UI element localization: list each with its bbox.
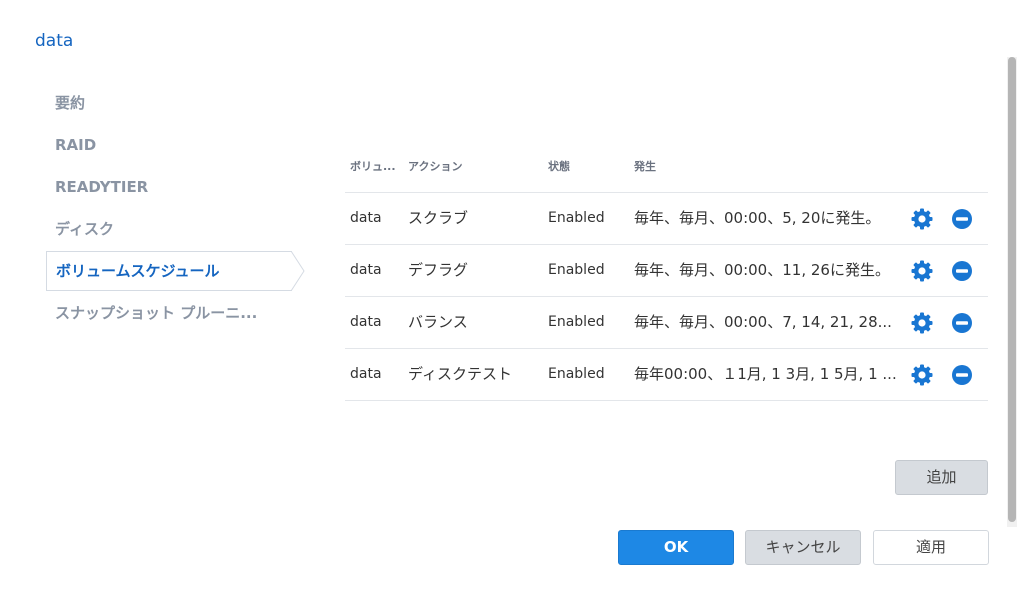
cell-state: Enabled <box>548 366 605 382</box>
table-row[interactable]: data ディスクテスト Enabled 毎年00:00、１1月, 1 3月, … <box>345 349 988 401</box>
cell-volume: data <box>350 314 382 330</box>
table-row[interactable]: data デフラグ Enabled 毎年、毎月、00:00、11, 26に発生。 <box>345 245 988 297</box>
sidebar-item-disk[interactable]: ディスク <box>46 208 292 250</box>
cell-action: バランス <box>408 313 468 331</box>
add-button[interactable]: 追加 <box>895 460 988 495</box>
column-header-occurrence[interactable]: 発生 <box>634 158 656 174</box>
cell-state: Enabled <box>548 262 605 278</box>
cell-occurrence: 毎年、毎月、00:00、11, 26に発生。 <box>634 261 890 279</box>
sidebar-item-snapshot-pruning[interactable]: スナップショット プルーニ... <box>46 292 292 334</box>
cell-state: Enabled <box>548 210 605 226</box>
sidebar-item-label: ディスク <box>55 220 114 238</box>
sidebar-item-label: RAID <box>55 136 97 154</box>
minus-circle-icon[interactable] <box>950 259 974 283</box>
sidebar-item-readytier[interactable]: READYTIER <box>46 166 292 208</box>
scrollbar-thumb[interactable] <box>1008 57 1016 522</box>
cell-state: Enabled <box>548 314 605 330</box>
cancel-button[interactable]: キャンセル <box>745 530 861 565</box>
cell-volume: data <box>350 262 382 278</box>
dialog-title: data <box>35 31 74 51</box>
table-row[interactable]: data スクラブ Enabled 毎年、毎月、00:00、5, 20に発生。 <box>345 193 988 245</box>
table-header: ボリュ... アクション 状態 発生 <box>345 150 988 193</box>
sidebar-item-label: スナップショット プルーニ... <box>55 304 258 322</box>
sidebar-item-label: 要約 <box>55 94 86 112</box>
sidebar-item-summary[interactable]: 要約 <box>46 82 292 124</box>
apply-button[interactable]: 適用 <box>873 530 989 565</box>
sidebar-item-label: READYTIER <box>55 178 149 196</box>
cell-action: スクラブ <box>408 209 469 227</box>
cell-action: デフラグ <box>408 261 469 279</box>
cell-volume: data <box>350 210 382 226</box>
cell-occurrence: 毎年00:00、１1月, 1 3月, 1 5月, 1 ... <box>634 365 897 383</box>
table-row[interactable]: data バランス Enabled 毎年、毎月、00:00、7, 14, 21,… <box>345 297 988 349</box>
column-header-state[interactable]: 状態 <box>548 158 570 174</box>
minus-circle-icon[interactable] <box>950 311 974 335</box>
gear-icon[interactable] <box>910 207 934 231</box>
schedule-table: ボリュ... アクション 状態 発生 data スクラブ Enabled 毎年、… <box>345 150 988 401</box>
cell-action: ディスクテスト <box>408 365 512 383</box>
cell-volume: data <box>350 366 382 382</box>
sidebar-item-raid[interactable]: RAID <box>46 124 292 166</box>
minus-circle-icon[interactable] <box>950 207 974 231</box>
column-header-volume[interactable]: ボリュ... <box>350 158 396 174</box>
gear-icon[interactable] <box>910 363 934 387</box>
minus-circle-icon[interactable] <box>950 363 974 387</box>
ok-button[interactable]: OK <box>618 530 734 565</box>
sidebar: 要約 RAID READYTIER ディスク ボリュームスケジュール スナップシ… <box>46 82 306 334</box>
gear-icon[interactable] <box>910 259 934 283</box>
sidebar-item-label: ボリュームスケジュール <box>56 262 220 280</box>
volume-settings-dialog: data 要約 RAID READYTIER ディスク ボリュームスケジュール … <box>0 0 1024 597</box>
cell-occurrence: 毎年、毎月、00:00、7, 14, 21, 28... <box>634 313 892 331</box>
cell-occurrence: 毎年、毎月、00:00、5, 20に発生。 <box>634 209 881 227</box>
selected-pointer-arrow <box>291 251 305 291</box>
gear-icon[interactable] <box>910 311 934 335</box>
sidebar-item-volume-schedule[interactable]: ボリュームスケジュール <box>46 251 305 291</box>
column-header-action[interactable]: アクション <box>408 158 462 174</box>
